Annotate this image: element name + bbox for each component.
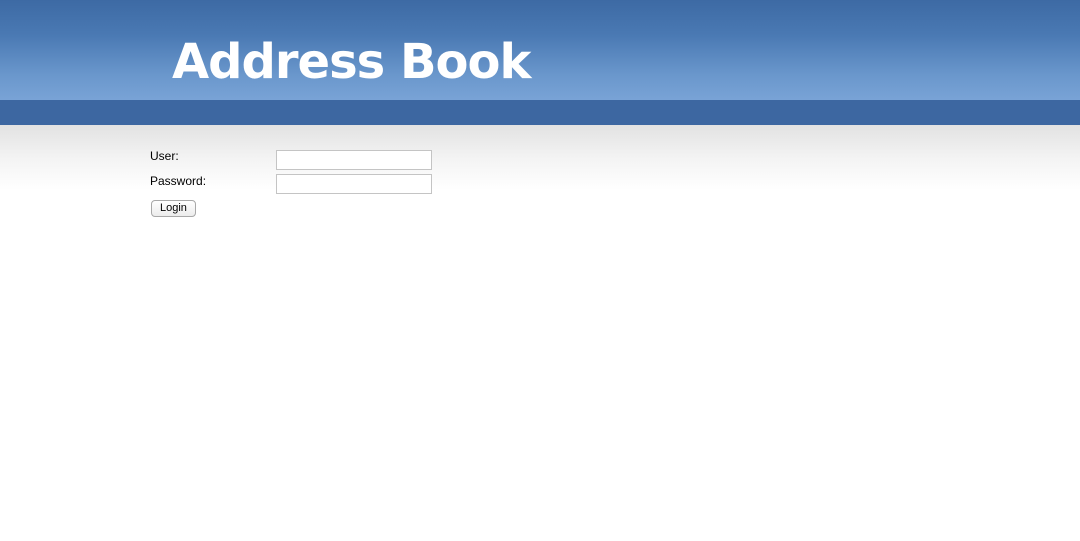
password-label: Password: xyxy=(150,174,207,188)
user-label: User: xyxy=(150,149,179,163)
login-button[interactable]: Login xyxy=(151,200,196,217)
app-logo-title: Address Book xyxy=(172,34,531,90)
password-input[interactable] xyxy=(276,174,432,194)
page-header: Address Book xyxy=(0,0,1080,100)
nav-band xyxy=(0,100,1080,125)
user-input[interactable] xyxy=(276,150,432,170)
